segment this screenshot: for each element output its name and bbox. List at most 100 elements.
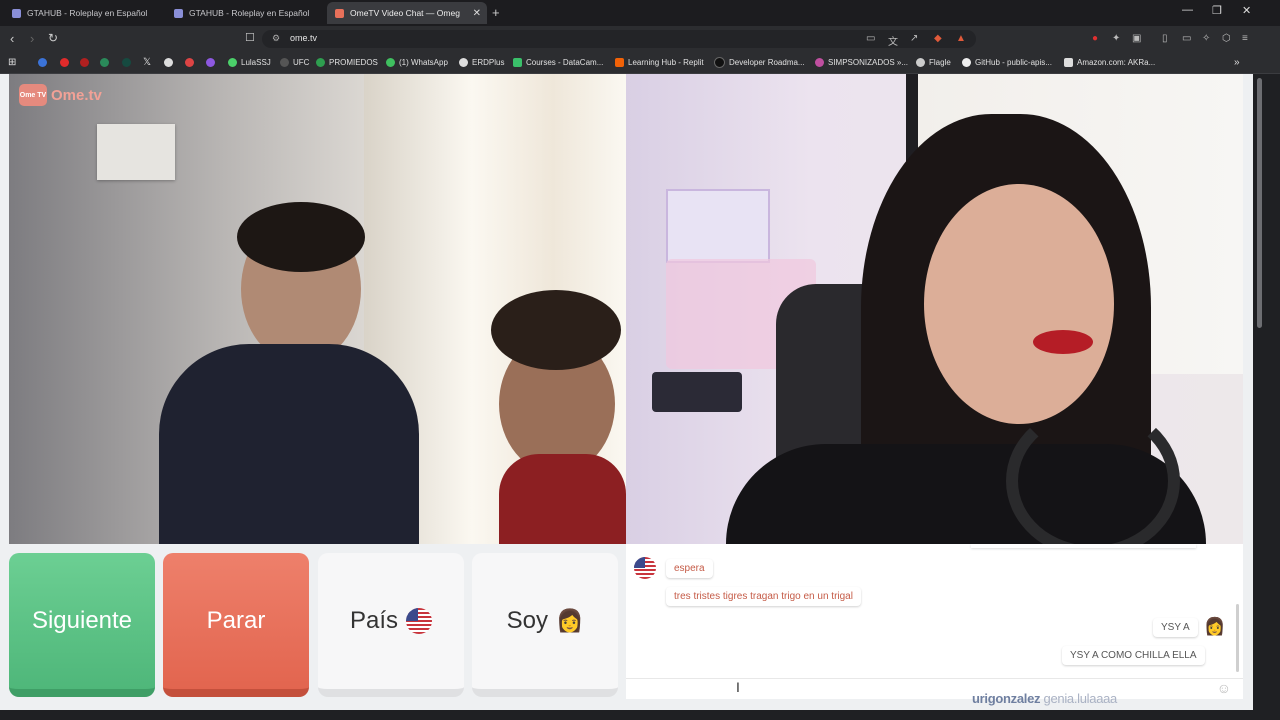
woman-emoji-icon: 👩	[555, 608, 584, 633]
bookmark-flagle[interactable]: Flagle	[916, 56, 951, 69]
bookmark-whatsapp[interactable]: (1) WhatsApp	[386, 56, 448, 69]
watermark-sub: genia.lulaaaa	[1043, 691, 1118, 706]
toolbar: ‹ › ↻ ☐ ⚙ ome.tv ▭ 文 ↗ ◆ ▲ ● ✦ ▣ ▯ ▭ ✧ ⬡…	[0, 26, 1280, 52]
bookmark-ufc[interactable]: UFC	[280, 56, 309, 69]
window-close-icon[interactable]: ✕	[1242, 4, 1251, 17]
remote-video	[626, 74, 1243, 544]
tab-bar: GTAHUB - Roleplay en Español GTAHUB - Ro…	[0, 0, 1280, 26]
next-button[interactable]: Siguiente	[9, 553, 155, 697]
chat-message-stranger: espera	[666, 559, 713, 578]
bookmark-icon-dark[interactable]	[122, 56, 135, 69]
local-video: Ome TV Ome.tv	[9, 74, 626, 544]
watermark-name: urigonzalez	[972, 691, 1041, 706]
bookmark-icon-green[interactable]	[100, 56, 113, 69]
person-face-3	[924, 184, 1114, 424]
country-select-button[interactable]: País	[318, 553, 464, 697]
vpn-icon[interactable]: ⬡	[1222, 33, 1231, 44]
stranger-us-flag-icon	[634, 557, 656, 579]
chat-message-me: YSY A COMO CHILLA ELLA	[1062, 646, 1205, 665]
person-body-1	[159, 344, 419, 544]
scroll-thumb[interactable]	[1257, 78, 1262, 328]
country-label: País	[349, 607, 399, 634]
new-tab-icon[interactable]: +	[492, 5, 500, 20]
forward-icon[interactable]: ›	[30, 31, 34, 46]
bookmark-lulassj[interactable]: LulaSSJ	[228, 56, 271, 69]
chat-scrollbar[interactable]	[1236, 604, 1239, 672]
cast-icon[interactable]: ▭	[866, 33, 875, 44]
streamer-watermark: urigonzalez genia.lulaaaa	[972, 691, 1117, 706]
x-icon[interactable]: 𝕏	[143, 56, 151, 69]
bookmark-icon-blue[interactable]	[38, 56, 51, 69]
next-label: Siguiente	[31, 607, 133, 634]
restore-icon[interactable]: ❐	[1212, 4, 1222, 17]
stop-label: Parar	[206, 607, 266, 634]
chat-divider	[971, 544, 1196, 548]
tabs-icon[interactable]: ▭	[1182, 33, 1191, 44]
menu-icon[interactable]: ≡	[1242, 33, 1248, 44]
minimize-icon[interactable]: —	[1182, 4, 1193, 16]
gtahub-favicon-icon	[174, 8, 183, 18]
apps-icon[interactable]: ⊞	[8, 56, 16, 69]
us-flag-icon	[406, 608, 433, 634]
reload-icon[interactable]: ↻	[48, 31, 58, 45]
text-cursor-icon: I	[736, 679, 740, 695]
bookmark-erdplus[interactable]: ERDPlus	[459, 56, 504, 69]
bookmark-icon-white[interactable]	[164, 56, 177, 69]
wall-frame	[97, 124, 175, 180]
gmail-icon[interactable]	[185, 56, 198, 69]
bookmark-github[interactable]: GitHub - public-apis...	[962, 56, 1052, 69]
bookmark-icon[interactable]: ☐	[245, 31, 255, 44]
tab-title: GTAHUB - Roleplay en Español	[189, 8, 310, 18]
gtahub-favicon-icon	[12, 8, 21, 18]
back-icon[interactable]: ‹	[10, 31, 14, 46]
brave-rewards-icon[interactable]: ▲	[956, 33, 966, 44]
person-hair-2	[491, 290, 621, 370]
gender-label: Soy	[506, 607, 548, 634]
bookmark-amazon[interactable]: Amazon.com: AKRa...	[1064, 56, 1155, 69]
stop-button[interactable]: Parar	[163, 553, 309, 697]
bookmark-datacamp[interactable]: Courses - DataCam...	[513, 56, 603, 69]
ometv-favicon-icon	[335, 8, 344, 18]
wall-sign	[666, 189, 770, 263]
extensions-icon[interactable]: ✦	[1112, 33, 1120, 44]
bookmark-simpsonizados[interactable]: SIMPSONIZADOS »...	[815, 56, 908, 69]
person-body-2	[499, 454, 626, 544]
bookmark-promiedos[interactable]: PROMIEDOS	[316, 56, 378, 69]
extension-red-icon[interactable]: ●	[1092, 33, 1098, 44]
tab-gtahub-2[interactable]: GTAHUB - Roleplay en Español	[166, 2, 326, 24]
close-tab-icon[interactable]: ✕	[473, 8, 481, 19]
bookmark-roadmap[interactable]: Developer Roadma...	[714, 56, 805, 69]
me-avatar-icon: 👩	[1204, 617, 1226, 636]
bookmark-replit[interactable]: Learning Hub - Replit	[615, 56, 704, 69]
sidebar-icon[interactable]: ▯	[1162, 33, 1168, 44]
ometv-logo-icon: Ome TV	[19, 84, 47, 106]
share-icon[interactable]: ↗	[910, 33, 918, 44]
tab-title: GTAHUB - Roleplay en Español	[27, 8, 148, 18]
name-plate	[652, 372, 742, 412]
bookmarks-bar: ⊞ 𝕏 LulaSSJ UFC PROMIEDOS (1) WhatsApp E…	[0, 52, 1280, 74]
gender-select-button[interactable]: Soy 👩	[472, 553, 618, 697]
twitch-icon[interactable]	[206, 56, 219, 69]
youtube-icon[interactable]	[60, 56, 73, 69]
translate-icon[interactable]: 文	[888, 33, 898, 48]
chat-panel: espera tres tristes tigres tragan trigo …	[626, 544, 1243, 678]
more-bookmarks-icon[interactable]: »	[1234, 56, 1240, 69]
page-scrollbar[interactable]	[1253, 74, 1280, 710]
tab-title: OmeTV Video Chat — Omeg	[350, 8, 460, 18]
ometv-logo-text: Ome.tv	[51, 86, 102, 104]
url-text: ome.tv	[290, 33, 318, 43]
brave-shield-icon[interactable]: ◆	[934, 33, 942, 44]
tab-ometv[interactable]: OmeTV Video Chat — Omeg ✕	[327, 2, 487, 24]
ometv-logo: Ome TV Ome.tv	[19, 84, 102, 106]
tab-gtahub-1[interactable]: GTAHUB - Roleplay en Español	[4, 2, 164, 24]
chat-message-stranger: tres tristes tigres tragan trigo en un t…	[666, 587, 861, 606]
person-lips	[1033, 330, 1093, 354]
person-hair-1	[237, 202, 365, 272]
emoji-picker-icon[interactable]: ☺	[1217, 680, 1231, 696]
chat-input[interactable]: I ☺	[626, 678, 1243, 699]
chat-message-me: YSY A	[1153, 618, 1198, 637]
bookmark-icon-red[interactable]	[80, 56, 93, 69]
leo-icon[interactable]: ✧	[1202, 33, 1210, 44]
wallet-icon[interactable]: ▣	[1132, 33, 1141, 44]
site-info-icon[interactable]: ⚙	[272, 33, 280, 44]
